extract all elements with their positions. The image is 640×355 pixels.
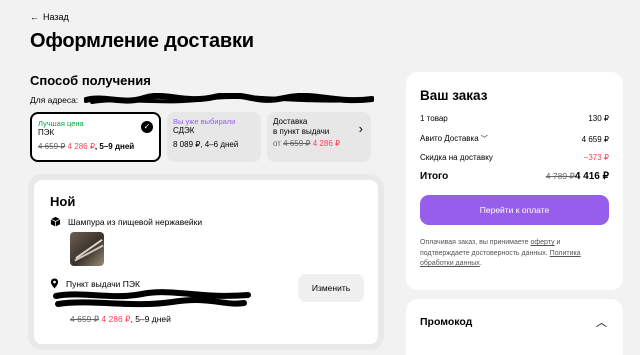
new-price: 4 286 ₽ [67,142,95,151]
order-summary-card: Ваш заказ 1 товар 130 ₽ Авито Доставка ﹀… [406,72,623,290]
shipment-card: Ной Шампура из пищевой нержавейки Пункт … [28,174,384,350]
option-name: СДЭК [173,126,195,135]
back-label: Назад [43,12,69,22]
check-icon: ✓ [141,121,153,133]
delivery-method-title: Способ получения [30,73,151,88]
arrow-left-icon: ← [30,12,39,22]
address-row: Для адреса: [30,93,375,107]
pickup-address-redaction [53,289,251,308]
page-title: Оформление доставки [30,30,254,52]
shipment-price: 4 659 ₽ 4 286 ₽, 5–9 дней [70,314,171,325]
item-row: Шампура из пищевой нержавейки [50,216,202,227]
pay-button[interactable]: Перейти к оплате [420,195,609,225]
total-value: 4 416 ₽ [574,171,609,182]
total-label: Итого [420,171,449,182]
items-value: 130 ₽ [588,114,609,123]
option-price: от 4 659 ₽ 4 286 ₽ [273,139,365,149]
delivery-label: Авито Доставка [420,134,479,143]
total-old: 4 789 ₽ [545,171,575,181]
delivery-option-pickup[interactable]: Доставка в пункт выдачи от 4 659 ₽ 4 286… [267,112,371,162]
item-name: Шампура из пищевой нержавейки [68,216,203,227]
disclaimer-text: . [479,260,482,267]
price-prefix: от [273,139,284,148]
old-price: 4 659 ₽ [70,314,100,324]
old-price: 4 659 ₽ [38,142,66,151]
old-price: 4 659 ₽ [283,139,311,148]
back-link[interactable]: ← Назад [30,12,69,22]
best-price-tag: Лучшая цена [38,119,84,128]
box-icon [50,216,61,227]
promo-title: Промокод [420,316,473,328]
shipment-days: , 5–9 дней [130,314,171,324]
option-price: 8 089 ₽, 4–6 дней [173,140,239,149]
delivery-line[interactable]: Авито Доставка ﹀ 4 659 ₽ [420,134,609,144]
delivery-option-cdek[interactable]: Вы уже выбирали СДЭК 8 089 ₽, 4–6 дней [167,112,261,162]
option-name-line2: в пункт выдачи [273,127,330,136]
address-label: Для адреса: [30,95,79,105]
discount-line: Скидка на доставку −373 ₽ [420,153,609,162]
pickup-label: Пункт выдачи ПЭК [66,278,140,289]
option-days: , 5–9 дней [94,142,135,151]
recipient-name: Ной [50,194,76,209]
delivery-option-pek[interactable]: Лучшая цена ПЭК 4 659 ₽ 4 286 ₽, 5–9 дне… [30,112,161,162]
promo-card[interactable]: Промокод ︿ [406,299,623,355]
discount-value: −373 ₽ [583,153,609,162]
address-redaction [84,93,375,104]
chevron-up-icon[interactable]: ︿ [596,314,607,330]
chevron-right-icon[interactable]: › [359,121,363,136]
previously-chosen-tag: Вы уже выбирали [173,117,236,126]
order-title: Ваш заказ [420,88,488,103]
disclaimer: Оплачивая заказ, вы принимаете оферту и … [420,238,610,270]
total-line: Итого 4 789 ₽4 416 ₽ [420,171,609,182]
item-thumbnail[interactable] [70,232,104,266]
disclaimer-text: Оплачивая заказ, вы принимаете [420,239,531,246]
discount-label: Скидка на доставку [420,153,493,162]
new-price: 4 286 ₽ [101,314,131,324]
items-line: 1 товар 130 ₽ [420,114,609,123]
change-button[interactable]: Изменить [298,274,364,302]
offer-link[interactable]: оферту [531,239,555,246]
option-name-line1: Доставка [273,117,308,126]
new-price: 4 286 ₽ [312,139,341,148]
items-label: 1 товар [420,114,448,123]
chevron-down-icon[interactable]: ﹀ [481,136,488,143]
option-price: 4 659 ₽ 4 286 ₽, 5–9 дней [38,142,153,152]
option-name: ПЭК [38,128,55,137]
delivery-value: 4 659 ₽ [581,134,609,144]
